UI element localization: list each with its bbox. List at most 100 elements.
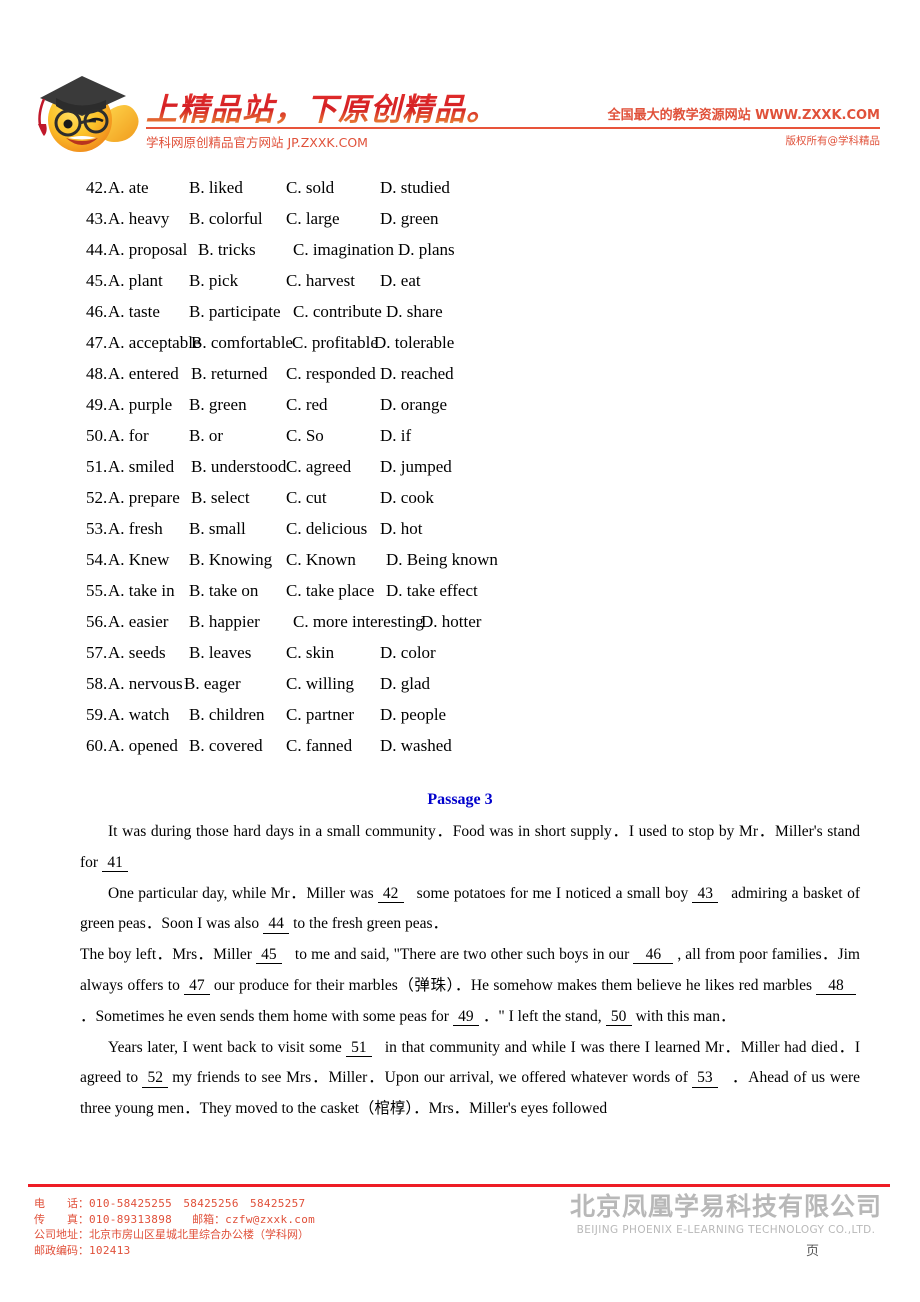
- blank-44[interactable]: 44: [263, 916, 290, 934]
- option-d[interactable]: D. plans: [398, 234, 455, 265]
- option-a[interactable]: A. Knew: [108, 544, 169, 575]
- option-d[interactable]: D. people: [380, 699, 446, 730]
- option-c[interactable]: C. large: [286, 203, 340, 234]
- option-c[interactable]: C. So: [286, 420, 324, 451]
- footer-address-line: 公司地址：北京市房山区星城北里综合办公楼（学科网）: [34, 1227, 315, 1243]
- option-a[interactable]: A. prepare: [108, 482, 180, 513]
- question-number: 57.: [86, 643, 108, 662]
- banner-slogan: 上精品站，下原创精品。: [146, 84, 498, 129]
- option-b[interactable]: B. children: [189, 699, 265, 730]
- option-b[interactable]: B. colorful: [189, 203, 263, 234]
- blank-42[interactable]: 42: [377, 885, 404, 903]
- blank-41[interactable]: 41: [102, 854, 129, 873]
- question-row: 56. A. easier B. happier C. more interes…: [86, 606, 886, 637]
- blank-46[interactable]: 46: [633, 946, 674, 965]
- option-a[interactable]: A. for: [108, 420, 149, 451]
- option-b[interactable]: B. or: [189, 420, 223, 451]
- option-c[interactable]: C. fanned: [286, 730, 352, 761]
- option-d[interactable]: D. hot: [380, 513, 423, 544]
- option-d[interactable]: D. color: [380, 637, 436, 668]
- option-b[interactable]: B. comfortable: [191, 327, 293, 358]
- blank-43[interactable]: 43: [692, 885, 719, 903]
- blank-48[interactable]: 48: [816, 977, 857, 996]
- option-b[interactable]: B. returned: [191, 358, 267, 389]
- option-d[interactable]: D. green: [380, 203, 439, 234]
- option-d[interactable]: D. eat: [380, 265, 421, 296]
- option-b[interactable]: B. participate: [189, 296, 281, 327]
- option-c[interactable]: C. harvest: [286, 265, 355, 296]
- footer-fax-line: 传 真：010-89313898 邮箱：czfw@zxxk.com: [34, 1212, 315, 1228]
- option-a[interactable]: A. watch: [108, 699, 169, 730]
- option-c[interactable]: C. partner: [286, 699, 354, 730]
- option-d[interactable]: D. jumped: [380, 451, 452, 482]
- option-a[interactable]: A. entered: [108, 358, 179, 389]
- option-c[interactable]: C. take place: [286, 575, 374, 606]
- email-label: 邮箱：: [192, 1212, 226, 1226]
- option-d[interactable]: D. tolerable: [374, 327, 454, 358]
- option-b[interactable]: B. understood: [191, 451, 286, 482]
- option-b[interactable]: B. take on: [189, 575, 258, 606]
- option-a[interactable]: A. heavy: [108, 203, 169, 234]
- option-d[interactable]: D. take effect: [386, 575, 478, 606]
- option-d[interactable]: D. glad: [380, 668, 430, 699]
- option-a[interactable]: A. proposal: [108, 234, 187, 265]
- option-a[interactable]: A. seeds: [108, 637, 166, 668]
- blank-51[interactable]: 51: [345, 1039, 372, 1057]
- passage-text: some potatoes for me I noticed a small b…: [416, 884, 689, 902]
- option-b[interactable]: B. small: [189, 513, 246, 544]
- option-a[interactable]: A. ate: [108, 172, 149, 203]
- blank-49[interactable]: 49: [452, 1008, 479, 1027]
- blank-50[interactable]: 50: [605, 1008, 632, 1027]
- question-number: 52.: [86, 488, 108, 507]
- graduate-smiley-logo: [38, 76, 139, 152]
- option-d[interactable]: D. share: [386, 296, 443, 327]
- option-c[interactable]: C. responded: [286, 358, 376, 389]
- option-d[interactable]: D. studied: [380, 172, 450, 203]
- option-b[interactable]: B. pick: [189, 265, 238, 296]
- option-d[interactable]: D. hotter: [421, 606, 481, 637]
- option-d[interactable]: D. Being known: [386, 544, 498, 575]
- option-b[interactable]: B. leaves: [189, 637, 251, 668]
- option-d[interactable]: D. cook: [380, 482, 434, 513]
- option-b[interactable]: B. liked: [189, 172, 243, 203]
- option-a[interactable]: A. acceptable: [108, 327, 201, 358]
- option-d[interactable]: D. orange: [380, 389, 447, 420]
- option-b[interactable]: B. Knowing: [189, 544, 272, 575]
- blank-52[interactable]: 52: [142, 1070, 169, 1088]
- option-a[interactable]: A. purple: [108, 389, 172, 420]
- option-c[interactable]: C. Known: [286, 544, 356, 575]
- option-b[interactable]: B. covered: [189, 730, 263, 761]
- option-b[interactable]: B. eager: [184, 668, 241, 699]
- passage-text: with this man．: [635, 1007, 736, 1025]
- blank-47[interactable]: 47: [183, 977, 210, 996]
- option-c[interactable]: C. profitable: [292, 327, 378, 358]
- option-c[interactable]: C. sold: [286, 172, 334, 203]
- option-d[interactable]: D. washed: [380, 730, 452, 761]
- option-a[interactable]: A. easier: [108, 606, 168, 637]
- option-b[interactable]: B. happier: [189, 606, 260, 637]
- option-d[interactable]: D. if: [380, 420, 411, 451]
- option-a[interactable]: A. taste: [108, 296, 160, 327]
- option-c[interactable]: C. delicious: [286, 513, 367, 544]
- option-c[interactable]: C. willing: [286, 668, 354, 699]
- option-c[interactable]: C. contribute: [293, 296, 382, 327]
- option-c[interactable]: C. imagination: [293, 234, 394, 265]
- option-a[interactable]: A. smiled: [108, 451, 174, 482]
- option-c[interactable]: C. skin: [286, 637, 334, 668]
- option-a[interactable]: A. fresh: [108, 513, 163, 544]
- blank-45[interactable]: 45: [255, 946, 282, 965]
- company-watermark: 北京凤凰学易科技有限公司 BEIJING PHOENIX E-LEARNING …: [556, 1192, 896, 1238]
- option-a[interactable]: A. plant: [108, 265, 163, 296]
- option-b[interactable]: B. select: [191, 482, 250, 513]
- blank-53[interactable]: 53: [691, 1070, 718, 1088]
- option-c[interactable]: C. cut: [286, 482, 327, 513]
- option-b[interactable]: B. tricks: [198, 234, 256, 265]
- option-c[interactable]: C. more interesting: [293, 606, 424, 637]
- option-c[interactable]: C. red: [286, 389, 328, 420]
- option-d[interactable]: D. reached: [380, 358, 454, 389]
- option-c[interactable]: C. agreed: [286, 451, 351, 482]
- option-a[interactable]: A. nervous: [108, 668, 183, 699]
- option-b[interactable]: B. green: [189, 389, 247, 420]
- option-a[interactable]: A. opened: [108, 730, 178, 761]
- option-a[interactable]: A. take in: [108, 575, 175, 606]
